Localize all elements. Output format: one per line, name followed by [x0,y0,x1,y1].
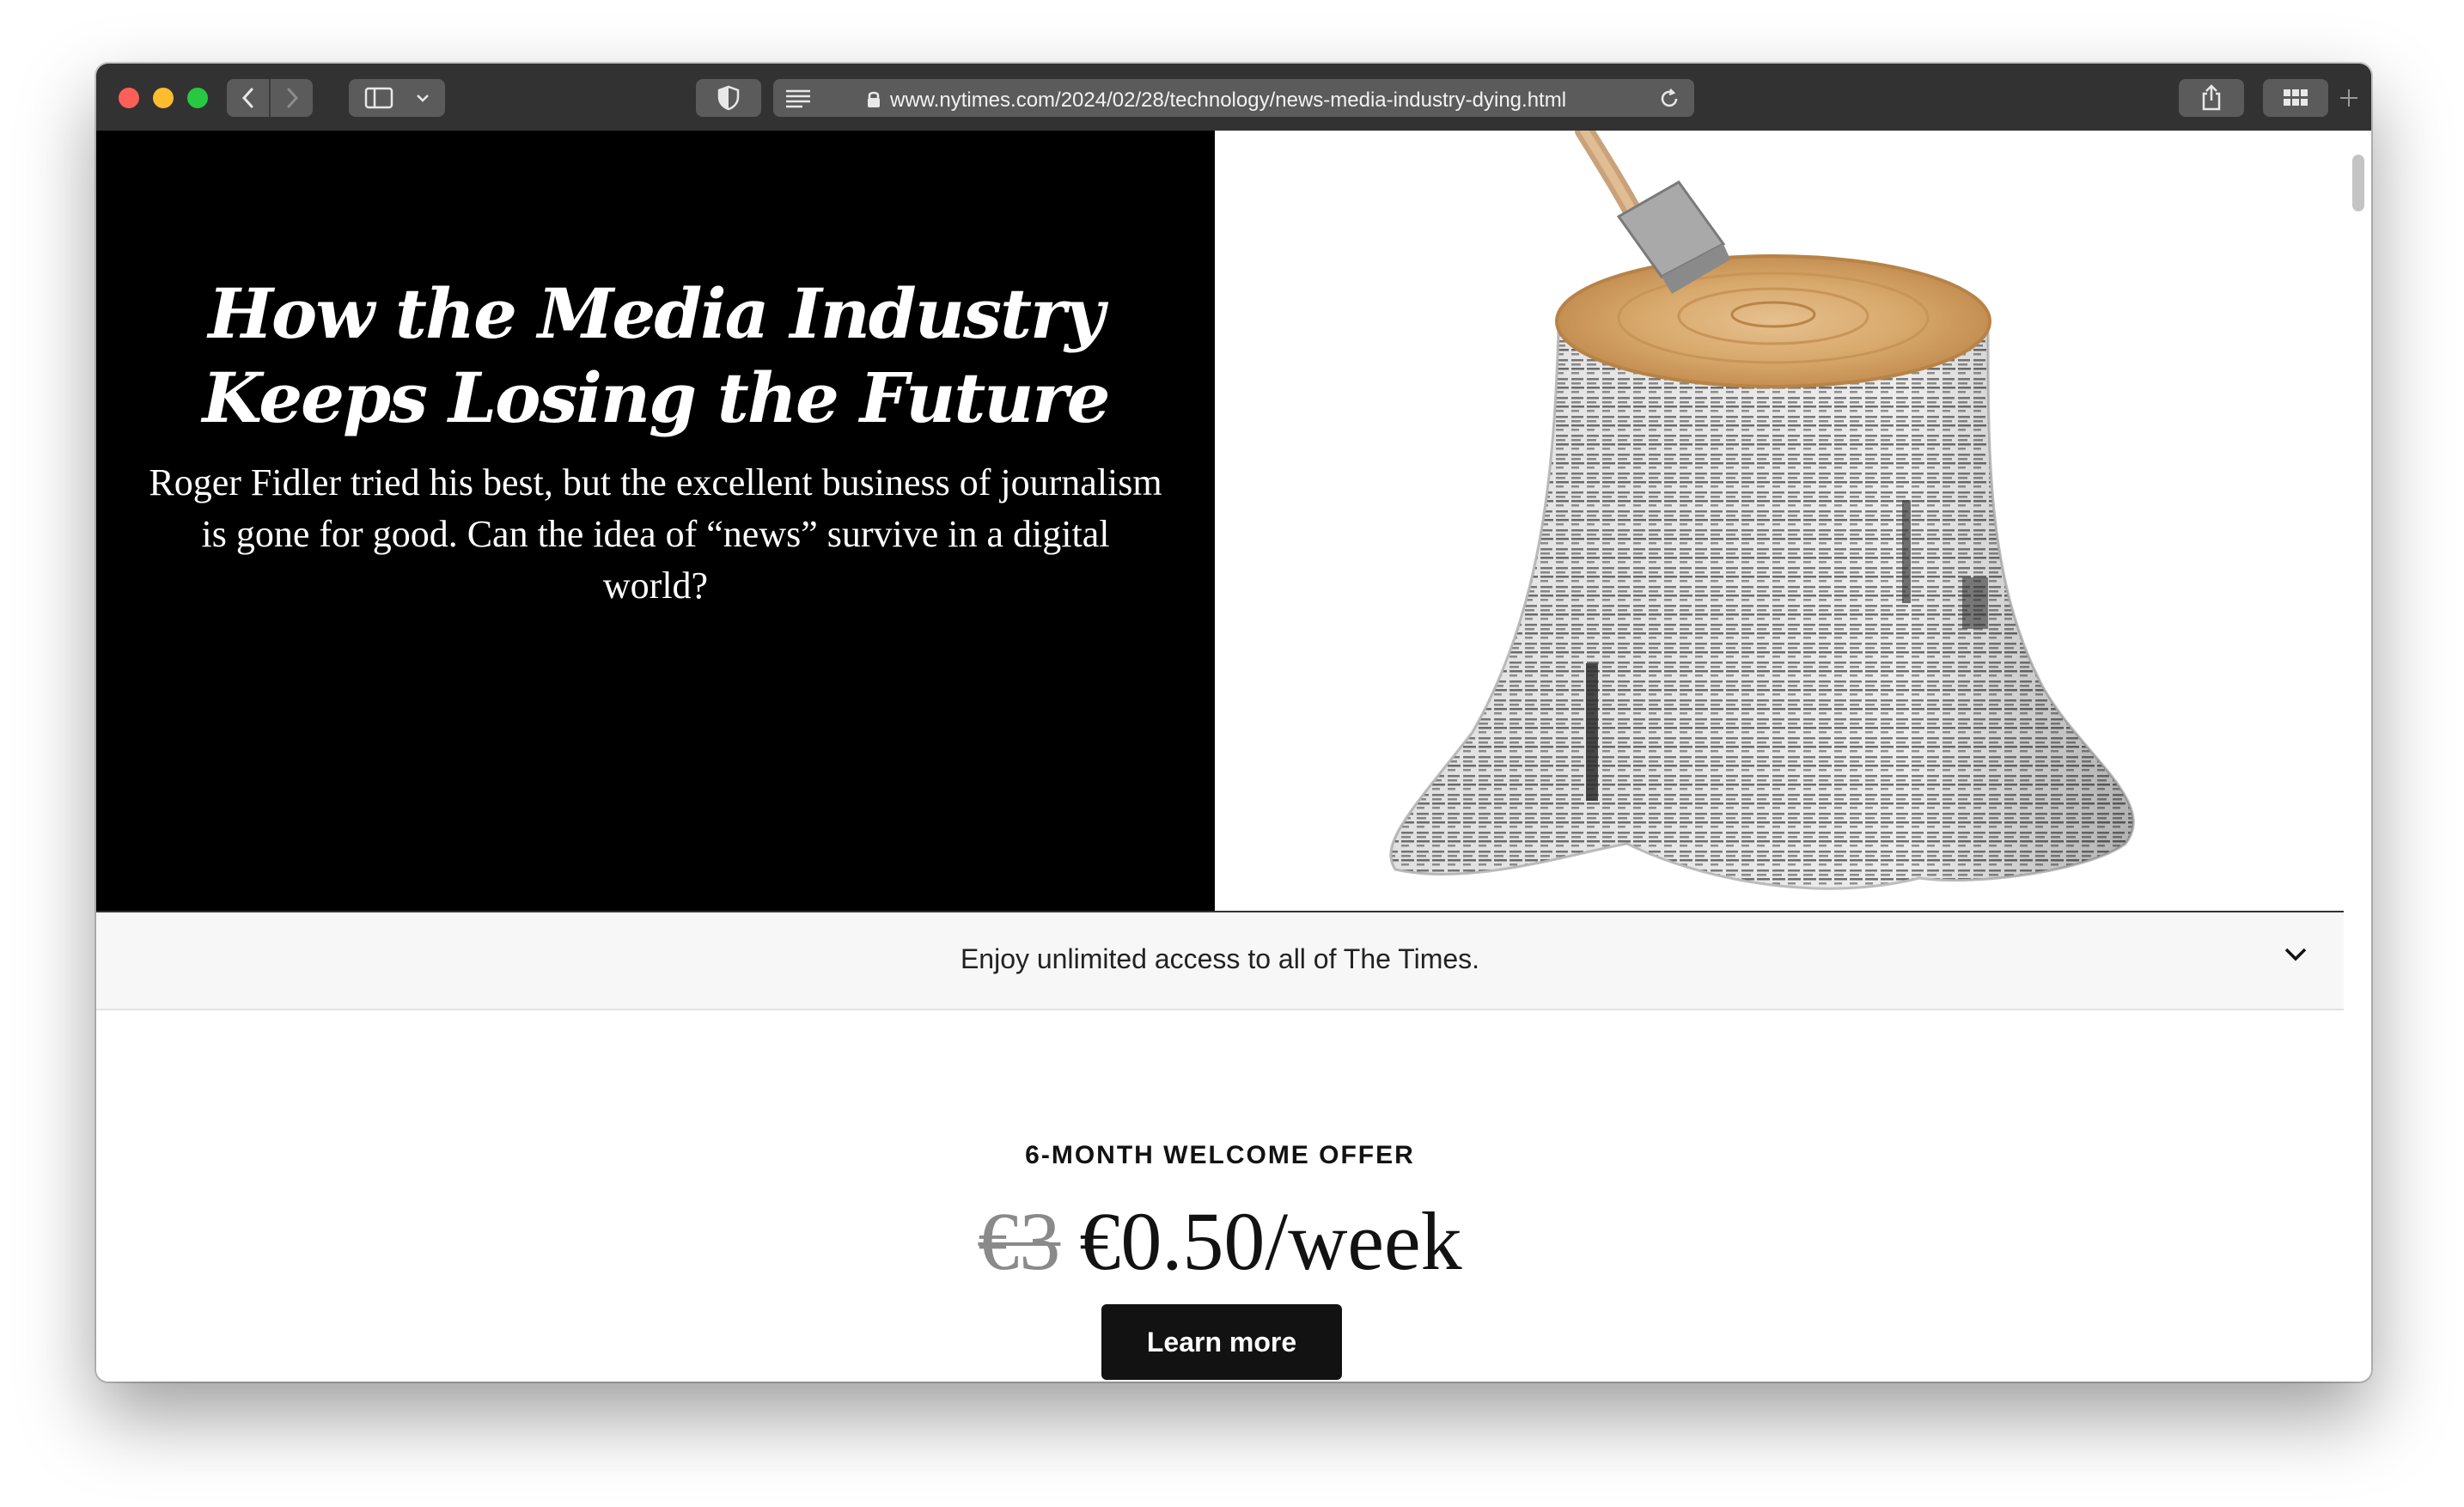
minimize-window-button[interactable] [153,88,174,108]
hero-illustration [1215,131,2371,911]
newspaper-stump-illustration [1389,131,2135,890]
history-nav-group [227,79,313,117]
sidebar-button[interactable] [349,79,445,117]
chevron-down-icon [417,95,429,102]
page-content: How the Media Industry Keeps Losing the … [96,131,2371,1382]
url-text: www.nytimes.com/2024/02/28/technology/ne… [890,88,1567,112]
subscription-banner[interactable]: Enjoy unlimited access to all of The Tim… [96,911,2344,1010]
chevron-right-icon [287,88,298,108]
back-button[interactable] [227,79,271,117]
discounted-price: €0.50/week [1079,1195,1462,1287]
headline-line-1: How the Media Industry [208,273,1104,354]
reader-mode-icon[interactable] [784,88,813,108]
offer-label: 6-MONTH WELCOME OFFER [1025,1141,1415,1169]
chevron-left-icon [241,88,253,108]
tab-overview-button[interactable] [2263,79,2328,117]
browser-window: www.nytimes.com/2024/02/28/technology/ne… [96,64,2371,1382]
chevron-down-icon[interactable] [2284,947,2308,962]
scrollbar-thumb[interactable] [2352,155,2364,211]
privacy-report-button[interactable] [696,79,761,117]
hero-text-panel: How the Media Industry Keeps Losing the … [96,131,1215,911]
offer-price: €3 €0.50/week [96,1194,2344,1289]
lock-icon [868,91,880,107]
reload-icon[interactable] [1658,88,1680,110]
new-tab-icon[interactable] [2337,86,2361,110]
learn-more-button[interactable]: Learn more [1101,1304,1342,1380]
sidebar-icon [364,87,393,109]
grid-icon [2284,89,2308,106]
browser-toolbar: www.nytimes.com/2024/02/28/technology/ne… [96,64,2371,132]
close-window-button[interactable] [119,88,139,108]
banner-text: Enjoy unlimited access to all of The Tim… [960,943,1480,974]
article-summary: Roger Fidler tried his best, but the exc… [149,461,1162,607]
shield-icon [717,85,740,111]
address-bar[interactable]: www.nytimes.com/2024/02/28/technology/ne… [773,79,1694,117]
original-price: €3 [978,1195,1061,1287]
article-headline: How the Media Industry Keeps Losing the … [96,272,1215,440]
headline-line-2: Keeps Losing the Future [202,357,1111,438]
share-icon [2202,84,2221,111]
zoom-window-button[interactable] [187,88,208,108]
forward-button[interactable] [271,79,313,117]
share-button[interactable] [2179,79,2244,117]
